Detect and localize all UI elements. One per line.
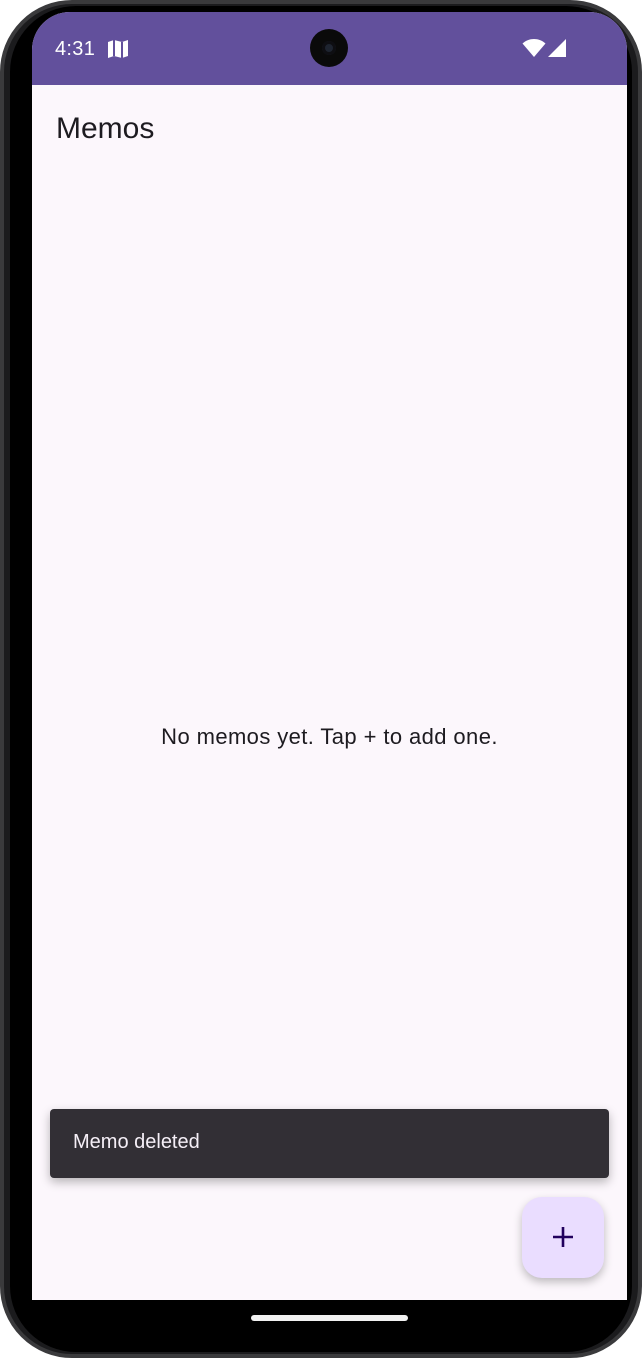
status-time: 4:31 bbox=[55, 38, 96, 60]
empty-state-message: No memos yet. Tap + to add one. bbox=[161, 724, 498, 749]
snackbar-message: Memo deleted bbox=[73, 1131, 200, 1153]
plus-icon bbox=[553, 1227, 573, 1247]
device-frame: 4:31 Memos No memos yet. Tap + to add on… bbox=[0, 0, 642, 1358]
wifi-icon bbox=[522, 39, 546, 57]
front-camera bbox=[310, 29, 348, 67]
gesture-nav-handle[interactable] bbox=[251, 1315, 408, 1321]
map-icon bbox=[108, 40, 128, 58]
snackbar: Memo deleted bbox=[50, 1109, 609, 1178]
add-memo-button[interactable] bbox=[522, 1197, 604, 1278]
status-bar: 4:31 bbox=[32, 12, 627, 85]
signal-icon bbox=[548, 39, 566, 57]
page-title: Memos bbox=[56, 112, 155, 145]
app-screen: 4:31 Memos No memos yet. Tap + to add on… bbox=[32, 12, 627, 1300]
